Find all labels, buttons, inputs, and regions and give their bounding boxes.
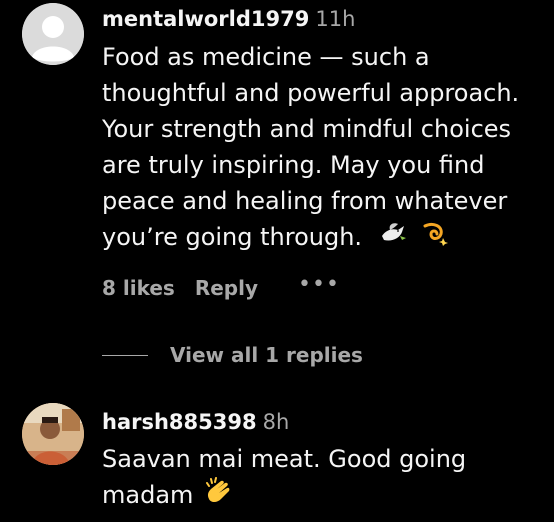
default-avatar-icon xyxy=(22,3,84,65)
username-link[interactable]: mentalworld1979 xyxy=(102,7,309,31)
comment-text-line: thoughtful and powerful approach. xyxy=(102,79,520,107)
comment-meta: 8 likes Reply xyxy=(102,274,258,302)
comment-timestamp: 8h xyxy=(262,410,290,434)
username-link[interactable]: harsh885398 xyxy=(102,410,257,434)
comment-text-line: madam xyxy=(102,481,194,509)
comment-timestamp: 11h xyxy=(315,7,356,31)
comment-text: Food as medicine — such a thoughtful and… xyxy=(102,39,542,256)
comment-text-line-last: you’re going through. xyxy=(102,219,542,256)
view-replies-label: View all 1 replies xyxy=(170,343,363,367)
comment-header: mentalworld1979 11h xyxy=(102,5,355,33)
comment-text-line: you’re going through. xyxy=(102,223,363,251)
view-replies-button[interactable]: View all 1 replies xyxy=(102,341,363,369)
avatar[interactable] xyxy=(22,403,84,465)
comment-text-line: peace and healing from whatever xyxy=(102,187,508,215)
avatar[interactable] xyxy=(22,3,84,65)
comment-text: Saavan mai meat. Good going madam xyxy=(102,441,542,515)
comment-text-line: Food as medicine — such a xyxy=(102,43,430,71)
comment-text-line: are truly inspiring. May you find xyxy=(102,151,485,179)
comment-text-line-last: madam xyxy=(102,477,542,515)
more-options-icon[interactable]: ••• xyxy=(298,272,340,297)
divider xyxy=(102,354,148,356)
reply-button[interactable]: Reply xyxy=(195,276,258,300)
dove-icon xyxy=(378,220,408,256)
comment-text-line: Your strength and mindful choices xyxy=(102,115,512,143)
likes-count[interactable]: 8 likes xyxy=(102,276,175,300)
comment-header: harsh885398 8h xyxy=(102,408,289,436)
profile-photo xyxy=(22,403,84,465)
dizzy-icon xyxy=(421,220,449,256)
comment-text-line: Saavan mai meat. Good going xyxy=(102,445,467,473)
clapping-hands-icon xyxy=(205,477,235,515)
